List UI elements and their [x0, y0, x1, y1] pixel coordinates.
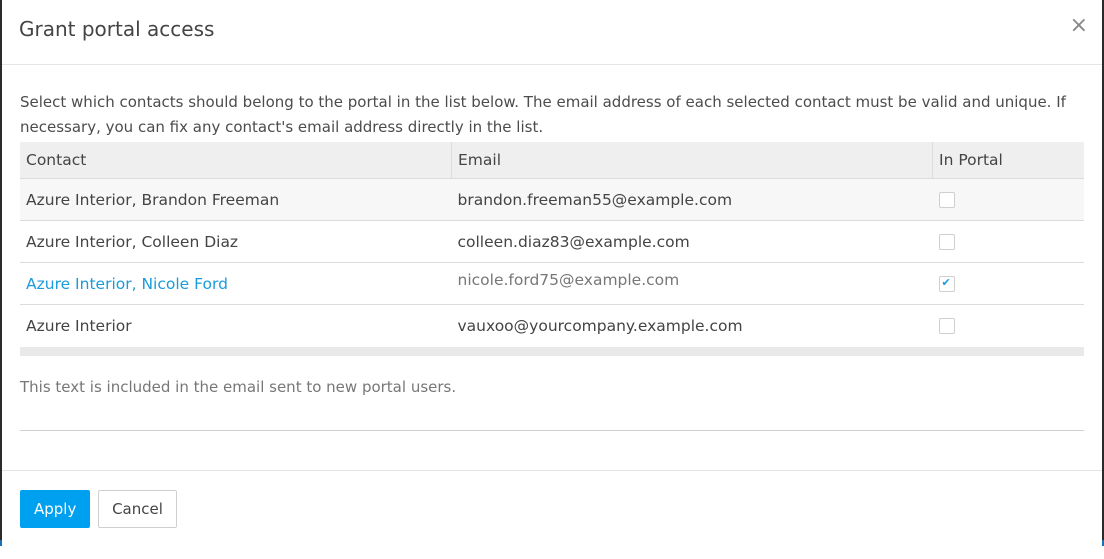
contact-cell[interactable]: Azure Interior, Brandon Freeman — [20, 178, 452, 221]
table-row[interactable]: Azure Interior, Brandon Freeman brandon.… — [20, 178, 1084, 221]
grant-portal-dialog: Grant portal access × Select which conta… — [2, 0, 1102, 555]
portal-contacts-table: Contact Email In Portal Azure Interior, … — [20, 142, 1084, 347]
contact-cell[interactable]: Azure Interior, Colleen Diaz — [20, 220, 452, 263]
email-input[interactable]: nicole.ford75@example.com — [451, 262, 933, 305]
column-header-in-portal[interactable]: In Portal — [932, 142, 1084, 179]
intro-text: Select which contacts should belong to t… — [20, 93, 1066, 136]
column-header-contact[interactable]: Contact — [20, 142, 452, 179]
in-portal-checkbox[interactable] — [938, 275, 955, 292]
in-portal-cell — [932, 178, 1084, 221]
email-cell[interactable]: colleen.diaz83@example.com — [451, 220, 933, 263]
contact-cell[interactable]: Azure Interior, Nicole Ford — [20, 262, 452, 305]
table-row[interactable]: Azure Interior vauxoo@yourcompany.exampl… — [20, 304, 1084, 347]
table-footer — [20, 346, 1084, 356]
in-portal-checkbox[interactable] — [938, 191, 955, 208]
close-icon[interactable]: × — [1070, 15, 1088, 37]
apply-button[interactable]: Apply — [20, 490, 90, 528]
dialog-body: Select which contacts should belong to t… — [20, 92, 1084, 431]
dialog-header: Grant portal access × — [2, 0, 1102, 65]
in-portal-checkbox[interactable] — [938, 233, 955, 250]
email-cell[interactable]: vauxoo@yourcompany.example.com — [451, 304, 933, 347]
welcome-message-field[interactable]: This text is included in the email sent … — [20, 378, 1084, 431]
contact-cell[interactable]: Azure Interior — [20, 304, 452, 347]
dialog-footer: Apply Cancel — [2, 470, 1102, 555]
in-portal-cell — [932, 304, 1084, 347]
cancel-button[interactable]: Cancel — [98, 490, 177, 528]
in-portal-checkbox[interactable] — [938, 317, 955, 334]
table-row[interactable]: Azure Interior, Colleen Diaz colleen.dia… — [20, 220, 1084, 263]
email-cell[interactable]: brandon.freeman55@example.com — [451, 178, 933, 221]
column-header-email[interactable]: Email — [451, 142, 933, 179]
table-row[interactable]: Azure Interior, Nicole Ford nicole.ford7… — [20, 262, 1084, 305]
in-portal-cell — [932, 220, 1084, 263]
in-portal-cell — [932, 262, 1084, 305]
dialog-title: Grant portal access — [19, 17, 215, 41]
